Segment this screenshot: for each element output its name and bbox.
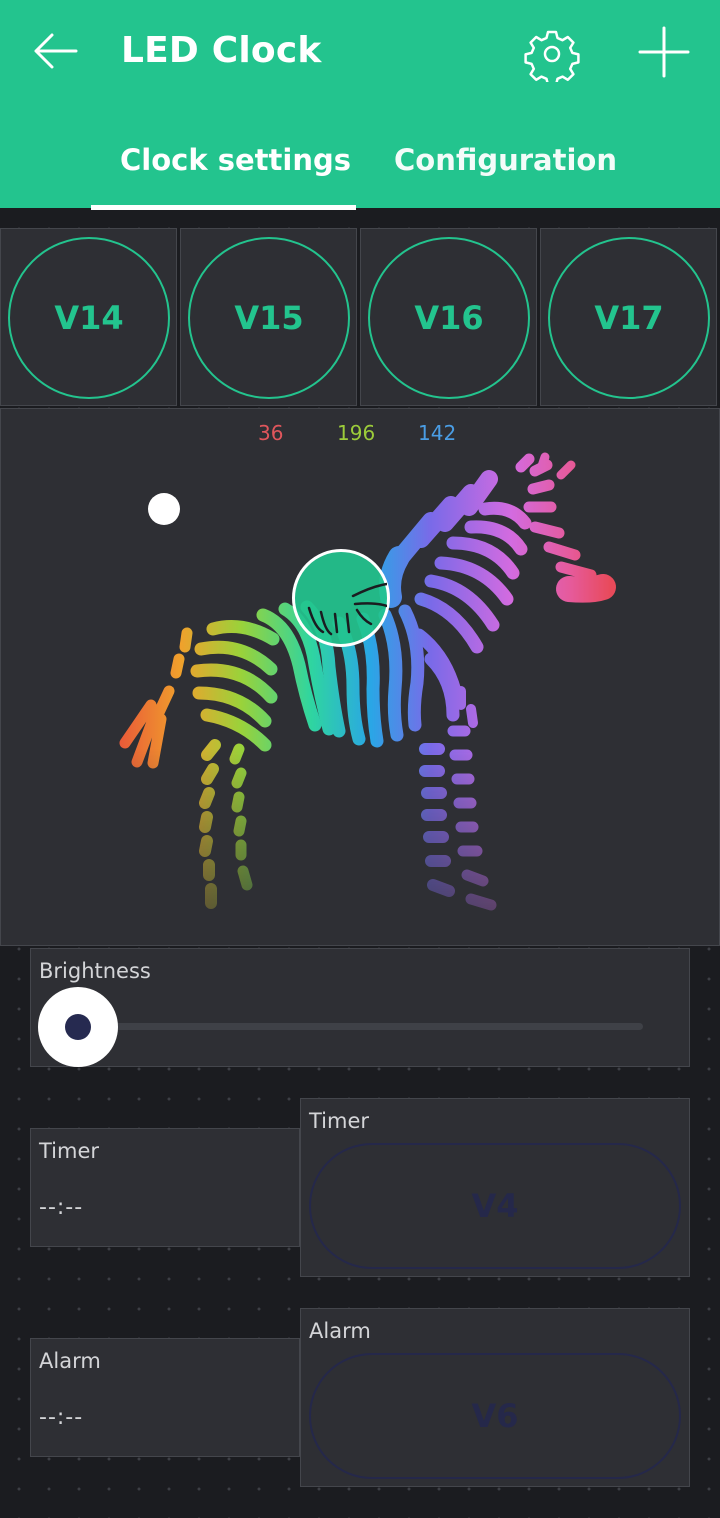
pin-button-v17[interactable]: V17 [548, 237, 710, 399]
alarm-button-panel: Alarm V6 [300, 1308, 690, 1487]
app-header: LED Clock Clock settings Configuration [0, 0, 720, 210]
timer-button-v4[interactable]: V4 [309, 1143, 681, 1269]
pin-button-v15[interactable]: V15 [188, 237, 350, 399]
page-title: LED Clock [121, 30, 322, 71]
alarm-button-v6[interactable]: V6 [309, 1353, 681, 1479]
timer-display-panel[interactable]: Timer --:-- [30, 1128, 300, 1247]
active-tab-indicator [91, 205, 356, 210]
back-arrow-icon[interactable] [30, 28, 82, 74]
timer-button-label: Timer [309, 1109, 370, 1133]
pin-cell-v14: V14 [0, 228, 177, 406]
color-picker-handle[interactable] [292, 549, 390, 647]
slider-knob-center [65, 1014, 91, 1040]
tab-configuration[interactable]: Configuration [394, 143, 617, 177]
alarm-button-label: Alarm [309, 1319, 371, 1343]
timer-value: --:-- [39, 1195, 84, 1220]
alarm-label: Alarm [39, 1349, 101, 1373]
timer-label: Timer [39, 1139, 100, 1163]
plus-icon[interactable] [636, 24, 692, 80]
pin-button-v14[interactable]: V14 [8, 237, 170, 399]
brightness-label: Brightness [39, 959, 151, 983]
alarm-value: --:-- [39, 1405, 84, 1430]
hue-marker-dot [148, 493, 180, 525]
pin-cell-v16: V16 [360, 228, 537, 406]
pin-cell-v15: V15 [180, 228, 357, 406]
pin-cell-v17: V17 [540, 228, 717, 406]
timer-button-panel: Timer V4 [300, 1098, 690, 1277]
rainbow-zebra-image[interactable] [1, 409, 719, 945]
tab-clock-settings[interactable]: Clock settings [120, 143, 351, 177]
brightness-slider-knob[interactable] [38, 987, 118, 1067]
gear-icon[interactable] [524, 26, 580, 82]
brightness-track[interactable] [111, 1023, 643, 1030]
pin-button-v16[interactable]: V16 [368, 237, 530, 399]
zebra-color-picker[interactable]: 36 196 142 [0, 408, 720, 946]
picker-stripes-icon [307, 582, 387, 636]
alarm-display-panel[interactable]: Alarm --:-- [30, 1338, 300, 1457]
brightness-panel: Brightness [30, 948, 690, 1067]
